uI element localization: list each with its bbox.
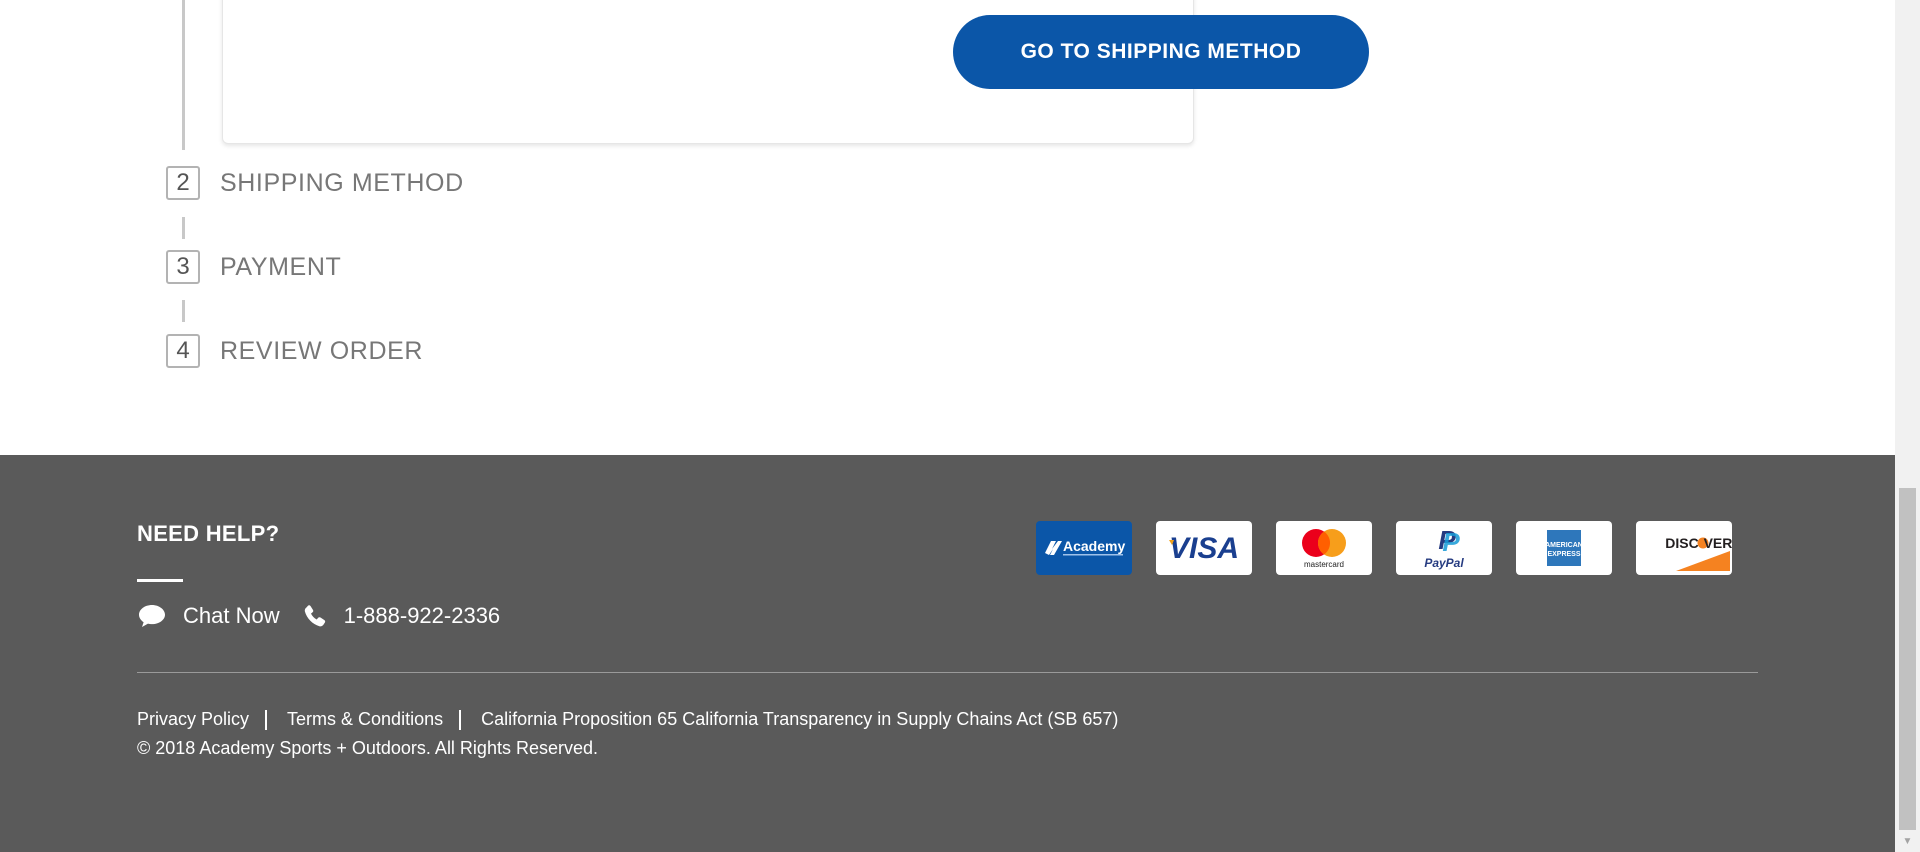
legal-links: Privacy Policy Terms & Conditions Califo… (137, 709, 1118, 730)
svg-text:Academy: Academy (1063, 538, 1125, 554)
step-number: 3 (166, 250, 200, 284)
svg-text:AMERICAN: AMERICAN (1545, 542, 1583, 549)
vertical-scrollbar[interactable]: ▼ (1895, 0, 1920, 852)
step-connector-line (182, 217, 185, 239)
scrollbar-thumb[interactable] (1899, 488, 1916, 830)
footer-divider (137, 672, 1758, 673)
chat-bubble-icon[interactable] (137, 603, 167, 629)
link-separator (459, 709, 462, 730)
step-label: PAYMENT (220, 252, 342, 281)
heading-underline (137, 579, 183, 582)
step-payment[interactable]: 3 PAYMENT (166, 250, 341, 284)
step-label: REVIEW ORDER (220, 336, 424, 365)
copyright-text: © 2018 Academy Sports + Outdoors. All Ri… (137, 738, 598, 758)
visa-card-icon: VISA (1156, 521, 1252, 575)
phone-number-link[interactable]: 1-888-922-2336 (344, 603, 501, 629)
california-prop65-link[interactable]: California Proposition 65 California Tra… (481, 709, 1118, 730)
payment-methods: Academy VISA mastercard P P PayPal AMERI… (1036, 521, 1732, 575)
svg-text:mastercard: mastercard (1304, 560, 1344, 569)
svg-text:VER: VER (1704, 535, 1732, 551)
svg-text:P: P (1442, 527, 1460, 557)
phone-icon (304, 605, 325, 627)
svg-text:VISA: VISA (1169, 532, 1239, 565)
discover-card-icon: DISC VER (1636, 521, 1732, 575)
step-review-order[interactable]: 4 REVIEW ORDER (166, 334, 423, 368)
contact-row: Chat Now 1-888-922-2336 (137, 603, 500, 629)
site-footer: NEED HELP? Chat Now 1-888-922-2336 Acade… (0, 455, 1895, 852)
checkout-page: GO TO SHIPPING METHOD 2 SHIPPING METHOD … (0, 0, 1895, 852)
svg-text:EXPRESS: EXPRESS (1547, 551, 1580, 558)
go-to-shipping-method-button[interactable]: GO TO SHIPPING METHOD (953, 15, 1369, 89)
shipping-address-card: GO TO SHIPPING METHOD (222, 0, 1369, 144)
scroll-down-arrow-icon[interactable]: ▼ (1895, 832, 1920, 852)
step-shipping-method[interactable]: 2 SHIPPING METHOD (166, 166, 464, 200)
chat-now-link[interactable]: Chat Now (183, 603, 280, 629)
amex-card-icon: AMERICAN EXPRESS (1516, 521, 1612, 575)
academy-card-icon: Academy (1036, 521, 1132, 575)
terms-conditions-link[interactable]: Terms & Conditions (287, 709, 443, 730)
paypal-card-icon: P P PayPal (1396, 521, 1492, 575)
step-connector-line (182, 300, 185, 322)
step-label: SHIPPING METHOD (220, 168, 464, 197)
step-number: 4 (166, 334, 200, 368)
step-number: 2 (166, 166, 200, 200)
svg-text:DISC: DISC (1665, 535, 1698, 551)
mastercard-card-icon: mastercard (1276, 521, 1372, 575)
svg-text:PayPal: PayPal (1424, 556, 1464, 570)
step-connector-line (182, 0, 185, 150)
need-help-heading: NEED HELP? (137, 521, 280, 546)
link-separator (265, 709, 268, 730)
privacy-policy-link[interactable]: Privacy Policy (137, 709, 249, 730)
